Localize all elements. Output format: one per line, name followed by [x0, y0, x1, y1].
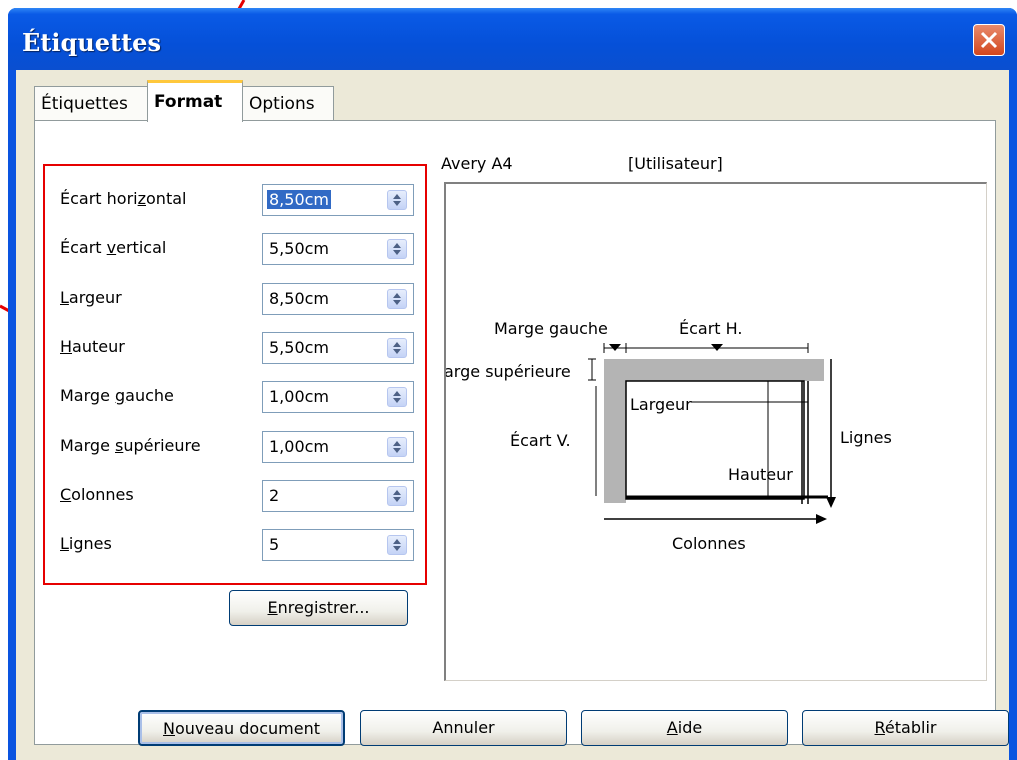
- left-margin-band: [604, 359, 626, 503]
- button-mnemonic: A: [666, 718, 678, 737]
- label-brand: Avery A4: [441, 154, 513, 173]
- cancel-button[interactable]: Annuler: [360, 710, 567, 746]
- spin-arrows-icon[interactable]: [387, 289, 407, 309]
- rows-spinfield[interactable]: 5: [262, 529, 414, 561]
- label-text: Marge: [60, 386, 115, 405]
- columns-spinfield[interactable]: 2: [262, 480, 414, 512]
- title-bar: Étiquettes: [8, 8, 1017, 70]
- top-margin-spinfield[interactable]: 1,00cm: [262, 431, 414, 463]
- annotation-highlight-box: [43, 164, 427, 585]
- close-button[interactable]: [973, 24, 1005, 56]
- label-mnemonic: L: [60, 288, 69, 307]
- columns-label: Colonnes: [60, 485, 134, 504]
- label-text: argeur: [68, 288, 122, 307]
- horizontal-gap-spinfield[interactable]: 8,50cm: [262, 184, 414, 216]
- h-gap-label: Écart H.: [679, 319, 742, 338]
- label-text: olonnes: [71, 485, 134, 504]
- columns-label: Colonnes: [672, 534, 746, 553]
- height-label: Hauteur: [60, 337, 125, 356]
- window-title: Étiquettes: [22, 28, 161, 57]
- label-mnemonic: z: [137, 189, 147, 208]
- label-text: ignes: [68, 534, 112, 553]
- width-label: Largeur: [60, 288, 122, 307]
- save-label: nregistrer...: [277, 598, 370, 617]
- spin-arrows-icon[interactable]: [387, 486, 407, 506]
- left-margin-spinfield[interactable]: 1,00cm: [262, 381, 414, 413]
- label-text: Écart hori: [60, 189, 138, 208]
- dialog-window: Étiquettes Étiquettes Format Options Éca…: [8, 8, 1017, 760]
- vertical-gap-value[interactable]: 5,50cm: [269, 239, 329, 258]
- width-spinfield[interactable]: 8,50cm: [262, 283, 414, 315]
- save-mnemonic: E: [267, 598, 278, 617]
- rows-value[interactable]: 5: [269, 535, 279, 554]
- spin-arrows-icon[interactable]: [387, 437, 407, 457]
- left-margin-label: Marge gauche: [60, 386, 174, 405]
- top-margin-label: arge supérieure: [446, 362, 571, 381]
- height-value[interactable]: 5,50cm: [269, 338, 329, 357]
- top-margin-band: [604, 359, 824, 381]
- save-button[interactable]: Enregistrer...: [229, 590, 408, 626]
- help-button[interactable]: Aide: [581, 710, 788, 746]
- label-text: Écart: [60, 238, 107, 257]
- button-label: ide: [677, 718, 703, 737]
- columns-value[interactable]: 2: [269, 486, 279, 505]
- label-text: upérieure: [123, 436, 201, 455]
- label-text: Marge: [60, 436, 115, 455]
- tab-format[interactable]: Format: [147, 80, 243, 122]
- vertical-gap-label: Écart vertical: [60, 238, 166, 257]
- width-label: Largeur: [630, 395, 692, 414]
- label-text: ertical: [116, 238, 167, 257]
- tab-label: Format: [154, 92, 223, 112]
- dialog-client: Étiquettes Format Options Écart horizont…: [16, 70, 1009, 760]
- rows-label: Lignes: [60, 534, 112, 553]
- tab-options[interactable]: Options: [242, 86, 334, 122]
- left-margin-value[interactable]: 1,00cm: [269, 387, 329, 406]
- label-type: [Utilisateur]: [628, 154, 723, 173]
- horizontal-gap-value[interactable]: 8,50cm: [267, 190, 332, 209]
- spin-arrows-icon[interactable]: [387, 190, 407, 210]
- label-diagram: Marge gauche Écart H. arge supérieure La…: [444, 319, 892, 553]
- horizontal-gap-label: Écart horizontal: [60, 189, 186, 208]
- label-mnemonic: g: [115, 386, 126, 405]
- label-preview: Marge gauche Écart H. arge supérieure La…: [444, 182, 987, 681]
- v-gap-label: Écart V.: [510, 431, 571, 450]
- spin-arrows-icon[interactable]: [387, 239, 407, 259]
- height-label: Hauteur: [728, 465, 793, 484]
- left-margin-label: Marge gauche: [494, 319, 608, 338]
- rows-label: Lignes: [840, 428, 892, 447]
- label-text: ontal: [146, 189, 187, 208]
- width-value[interactable]: 8,50cm: [269, 289, 329, 308]
- label-text: auteur: [72, 337, 125, 356]
- button-label: ouveau document: [174, 719, 320, 738]
- tab-label: Étiquettes: [41, 94, 128, 114]
- label-mnemonic: v: [106, 238, 117, 257]
- label-mnemonic: H: [60, 337, 73, 356]
- label-mnemonic: L: [60, 534, 69, 553]
- label-text: auche: [125, 386, 174, 405]
- tab-etiquettes[interactable]: Étiquettes: [34, 86, 148, 122]
- button-label: établir: [884, 718, 937, 737]
- spin-arrows-icon[interactable]: [387, 338, 407, 358]
- vertical-gap-spinfield[interactable]: 5,50cm: [262, 233, 414, 265]
- top-margin-value[interactable]: 1,00cm: [269, 437, 329, 456]
- button-mnemonic: R: [874, 718, 885, 737]
- tab-label: Options: [249, 94, 315, 114]
- button-mnemonic: N: [163, 719, 175, 738]
- button-label: Annuler: [432, 718, 495, 737]
- new-document-button[interactable]: Nouveau document: [138, 710, 345, 746]
- height-spinfield[interactable]: 5,50cm: [262, 332, 414, 364]
- top-margin-label: Marge supérieure: [60, 436, 201, 455]
- spin-arrows-icon[interactable]: [387, 535, 407, 555]
- spin-arrows-icon[interactable]: [387, 387, 407, 407]
- close-icon: [980, 31, 998, 49]
- label-mnemonic: C: [60, 485, 72, 504]
- reset-button[interactable]: Rétablir: [802, 710, 1009, 746]
